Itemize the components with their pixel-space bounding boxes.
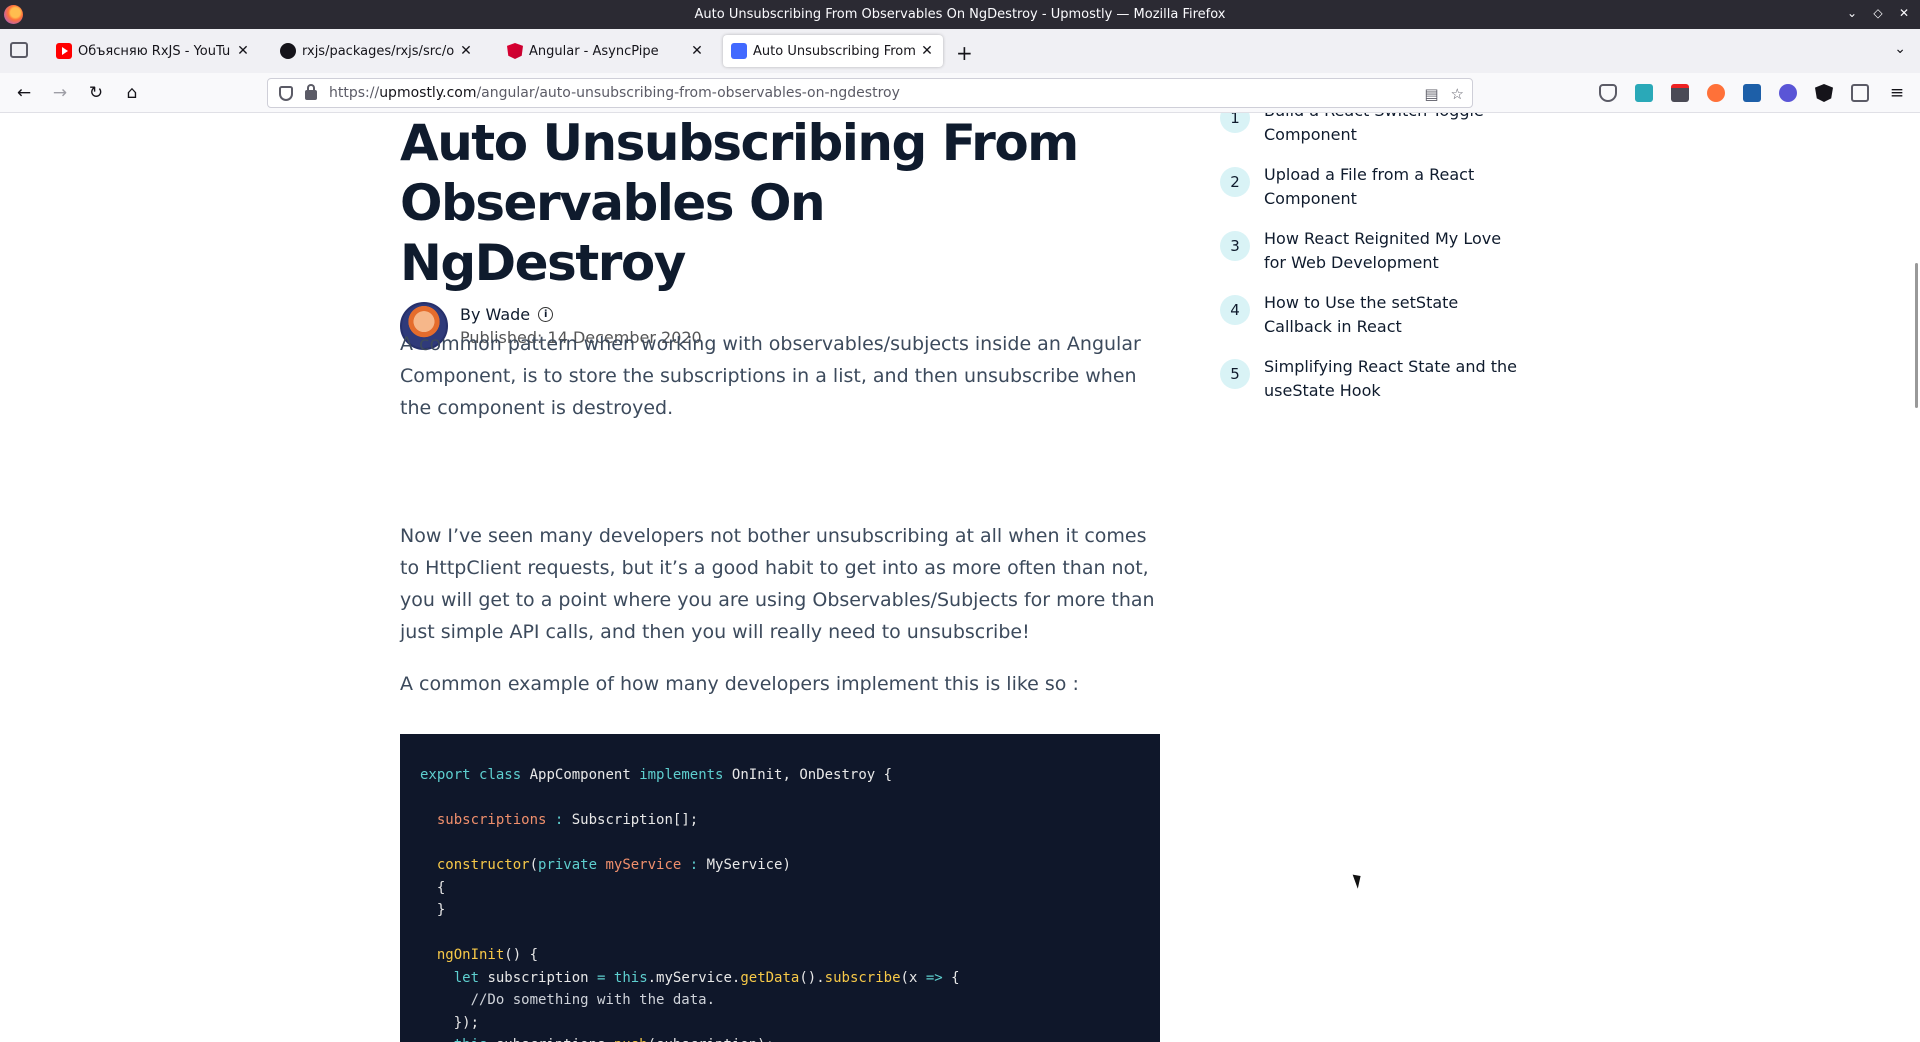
list-item[interactable]: 4 How to Use the setState Callback in Re…	[1220, 291, 1524, 339]
close-tab-icon[interactable]: ✕	[458, 43, 474, 59]
window-title: Auto Unsubscribing From Observables On N…	[694, 7, 1226, 22]
url-scheme: https://	[329, 85, 380, 101]
github-icon	[280, 43, 296, 59]
list-all-tabs-icon[interactable]: ⌄	[1894, 41, 1906, 57]
extensions-icon[interactable]	[1851, 84, 1869, 102]
close-tab-icon[interactable]: ✕	[689, 43, 705, 59]
article-title: Auto Unsubscribing From Observables On N…	[400, 114, 1079, 292]
window-titlebar: Auto Unsubscribing From Observables On N…	[0, 0, 1920, 29]
tab-title: Angular - AsyncPipe	[529, 43, 659, 59]
tab-youtube[interactable]: Объясняю RxJS - YouTube ✕	[48, 35, 259, 67]
navigation-toolbar: ← → ↻ ⌂ https://upmostly.com/angular/aut…	[0, 73, 1920, 113]
reader-view-icon[interactable]: ▤	[1424, 85, 1438, 103]
close-window-icon[interactable]: ✕	[1896, 5, 1912, 21]
minimize-icon[interactable]: ⌄	[1844, 5, 1860, 21]
url-path: /angular/auto-unsubscribing-from-observa…	[476, 85, 900, 101]
list-number-badge: 1	[1220, 113, 1250, 133]
close-tab-icon[interactable]: ✕	[919, 43, 935, 59]
related-post-link[interactable]: Build a React Switch Toggle Component	[1264, 113, 1524, 147]
window-controls: ⌄ ◇ ✕	[1844, 5, 1912, 21]
info-icon[interactable]: i	[538, 307, 554, 322]
pdf-icon[interactable]	[1743, 84, 1761, 102]
tab-strip: Объясняю RxJS - YouTube ✕ rxjs/packages/…	[0, 29, 1920, 73]
menu-icon[interactable]: ≡	[1885, 81, 1909, 105]
d-extension-icon[interactable]	[1779, 84, 1797, 102]
pocket-icon[interactable]	[1599, 84, 1617, 102]
list-item[interactable]: 3 How React Reignited My Love for Web De…	[1220, 227, 1524, 275]
save-extension-icon[interactable]	[1635, 84, 1653, 102]
back-icon[interactable]: ←	[12, 81, 36, 105]
list-number-badge: 5	[1220, 359, 1250, 389]
author-prefix: By	[460, 305, 481, 324]
article-paragraph: Now I’ve seen many developers not bother…	[400, 525, 1155, 643]
firefox-logo-icon[interactable]	[4, 5, 23, 24]
lock-icon[interactable]	[305, 84, 317, 100]
list-item[interactable]: 5 Simplifying React State and the useSta…	[1220, 355, 1524, 403]
list-item[interactable]: 1 Build a React Switch Toggle Component	[1220, 113, 1524, 147]
url-host: upmostly.com	[379, 85, 477, 101]
list-number-badge: 2	[1220, 167, 1250, 197]
related-post-link[interactable]: Upload a File from a React Component	[1264, 163, 1524, 211]
tab-title: Объясняю RxJS - YouTube	[78, 43, 231, 59]
tab-upmostly[interactable]: Auto Unsubscribing From O ✕	[723, 35, 943, 67]
upmostly-icon	[731, 43, 747, 59]
author-name[interactable]: Wade	[486, 305, 531, 324]
related-post-link[interactable]: How React Reignited My Love for Web Deve…	[1264, 227, 1524, 275]
related-post-link[interactable]: Simplifying React State and the useState…	[1264, 355, 1524, 403]
home-icon[interactable]: ⌂	[120, 81, 144, 105]
code-block[interactable]: export class AppComponent implements OnI…	[400, 734, 1160, 1042]
tab-title: Auto Unsubscribing From O	[753, 43, 915, 59]
bookmark-star-icon[interactable]: ☆	[1451, 85, 1464, 103]
tab-title: rxjs/packages/rxjs/src/ope	[302, 43, 454, 59]
angular-devtools-icon[interactable]	[1815, 84, 1833, 102]
close-tab-icon[interactable]: ✕	[235, 43, 251, 59]
page-content: Auto Unsubscribing From Observables On N…	[0, 113, 1920, 1042]
new-tab-icon[interactable]: +	[956, 41, 973, 65]
tracking-protection-icon[interactable]	[279, 85, 293, 101]
firefox-view-icon[interactable]	[10, 42, 28, 58]
list-number-badge: 3	[1220, 231, 1250, 261]
article-paragraph: A common example of how many developers …	[400, 673, 1079, 695]
tab-angular[interactable]: Angular - AsyncPipe ✕	[499, 35, 713, 67]
duckduckgo-icon[interactable]	[1707, 84, 1725, 102]
maximize-icon[interactable]: ◇	[1870, 5, 1886, 21]
address-bar[interactable]: https://upmostly.com/angular/auto-unsubs…	[267, 78, 1473, 108]
forward-icon[interactable]: →	[48, 81, 72, 105]
related-post-link[interactable]: How to Use the setState Callback in Reac…	[1264, 291, 1524, 339]
list-item[interactable]: 2 Upload a File from a React Component	[1220, 163, 1524, 211]
url-text[interactable]: https://upmostly.com/angular/auto-unsubs…	[329, 85, 900, 101]
new-extension-icon[interactable]	[1671, 84, 1689, 102]
angular-icon	[507, 43, 523, 59]
list-number-badge: 4	[1220, 295, 1250, 325]
tab-github[interactable]: rxjs/packages/rxjs/src/ope ✕	[272, 35, 482, 67]
article-paragraph: A common pattern when working with obser…	[400, 333, 1141, 419]
mouse-cursor	[1352, 872, 1365, 889]
youtube-icon	[56, 43, 72, 59]
scrollbar-thumb[interactable]	[1915, 263, 1918, 408]
reload-icon[interactable]: ↻	[84, 81, 108, 105]
